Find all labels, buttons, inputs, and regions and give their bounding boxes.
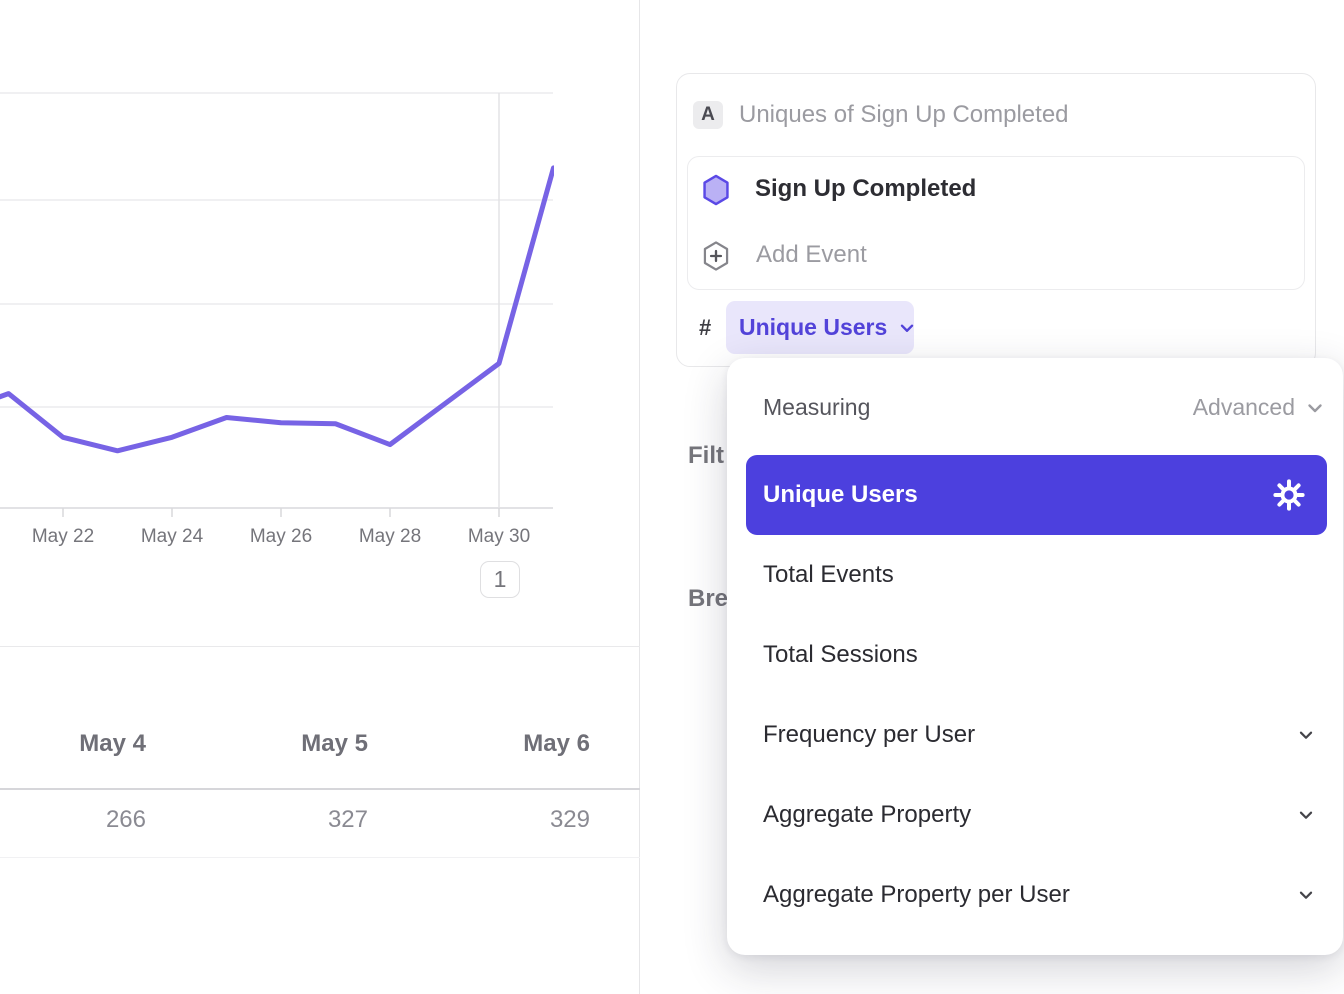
x-axis-tick-label: May 26 bbox=[236, 526, 326, 548]
chevron-down-icon bbox=[896, 317, 918, 339]
measurement-hash-symbol: # bbox=[699, 315, 711, 341]
menu-item-label: Aggregate Property bbox=[763, 801, 971, 829]
measurement-dropdown-button[interactable]: Unique Users bbox=[726, 301, 914, 354]
x-axis-tick-label: May 24 bbox=[127, 526, 217, 548]
menu-item-aggregate-property-per-user[interactable]: Aggregate Property per User bbox=[727, 855, 1343, 935]
advanced-mode-label: Advanced bbox=[1193, 394, 1295, 421]
menu-item-label: Total Events bbox=[763, 561, 894, 589]
filters-section-label-clipped: Filt bbox=[688, 442, 728, 470]
table-column-header[interactable]: May 6 bbox=[420, 730, 590, 768]
metric-title: Uniques of Sign Up Completed bbox=[739, 101, 1069, 129]
x-axis-tick-label: May 28 bbox=[345, 526, 435, 548]
table-header-border bbox=[0, 788, 640, 790]
x-axis-tick-label: May 30 bbox=[454, 526, 544, 548]
line-chart-svg bbox=[0, 0, 554, 646]
measuring-menu-items: Unique Users Total Events Total Sessions Fr… bbox=[727, 455, 1343, 935]
table-cell-value: 327 bbox=[198, 806, 368, 844]
measurement-chip-label: Unique Users bbox=[739, 314, 887, 341]
table-row-border bbox=[0, 857, 640, 858]
chevron-down-icon bbox=[1303, 396, 1327, 420]
table-column-header[interactable]: May 4 bbox=[0, 730, 146, 768]
menu-item-total-sessions[interactable]: Total Sessions bbox=[727, 615, 1343, 695]
chevron-down-icon bbox=[1295, 804, 1317, 826]
measuring-menu-header: Measuring Advanced bbox=[727, 358, 1343, 455]
menu-item-label: Total Sessions bbox=[763, 641, 918, 669]
advanced-mode-selector[interactable]: Advanced bbox=[1193, 394, 1327, 421]
annotation-badge[interactable]: 1 bbox=[480, 561, 520, 598]
chart-panel: May 22 May 24 May 26 May 28 May 30 1 May 4 26… bbox=[0, 0, 640, 994]
menu-item-aggregate-property[interactable]: Aggregate Property bbox=[727, 775, 1343, 855]
metric-card-header: A Uniques of Sign Up Completed bbox=[677, 74, 1315, 156]
measuring-label: Measuring bbox=[763, 394, 870, 421]
event-name: Sign Up Completed bbox=[755, 175, 976, 203]
add-event-label: Add Event bbox=[756, 241, 867, 269]
line-chart[interactable] bbox=[0, 0, 554, 646]
menu-item-label: Frequency per User bbox=[763, 721, 975, 749]
measuring-dropdown-menu: Measuring Advanced Unique Users Total Eve… bbox=[727, 358, 1343, 955]
insights-screen: May 22 May 24 May 26 May 28 May 30 1 May 4 26… bbox=[0, 0, 1344, 994]
query-builder-panel: A Uniques of Sign Up Completed Sign Up C… bbox=[640, 0, 1344, 994]
add-event-button[interactable]: Add Event bbox=[688, 223, 1304, 289]
menu-item-label: Unique Users bbox=[763, 481, 918, 509]
add-event-icon bbox=[701, 240, 731, 272]
menu-item-total-events[interactable]: Total Events bbox=[727, 535, 1343, 615]
event-row[interactable]: Sign Up Completed bbox=[688, 157, 1304, 223]
table-column-header[interactable]: May 5 bbox=[198, 730, 368, 768]
menu-item-frequency-per-user[interactable]: Frequency per User bbox=[727, 695, 1343, 775]
gear-icon[interactable] bbox=[1273, 479, 1305, 511]
event-card: Sign Up Completed Add Event bbox=[687, 156, 1305, 290]
x-axis-tick-label: May 22 bbox=[18, 526, 108, 548]
chevron-down-icon bbox=[1295, 724, 1317, 746]
table-cell-value: 266 bbox=[0, 806, 146, 844]
menu-item-unique-users[interactable]: Unique Users bbox=[746, 455, 1327, 535]
chevron-down-icon bbox=[1295, 884, 1317, 906]
metric-card: A Uniques of Sign Up Completed Sign Up C… bbox=[676, 73, 1316, 367]
series-letter-badge[interactable]: A bbox=[693, 101, 723, 129]
menu-item-label: Aggregate Property per User bbox=[763, 881, 1070, 909]
divider bbox=[0, 646, 640, 647]
event-hexagon-icon bbox=[701, 174, 731, 206]
table-cell-value: 329 bbox=[420, 806, 590, 844]
breakdowns-section-label-clipped: Bre bbox=[688, 585, 728, 613]
